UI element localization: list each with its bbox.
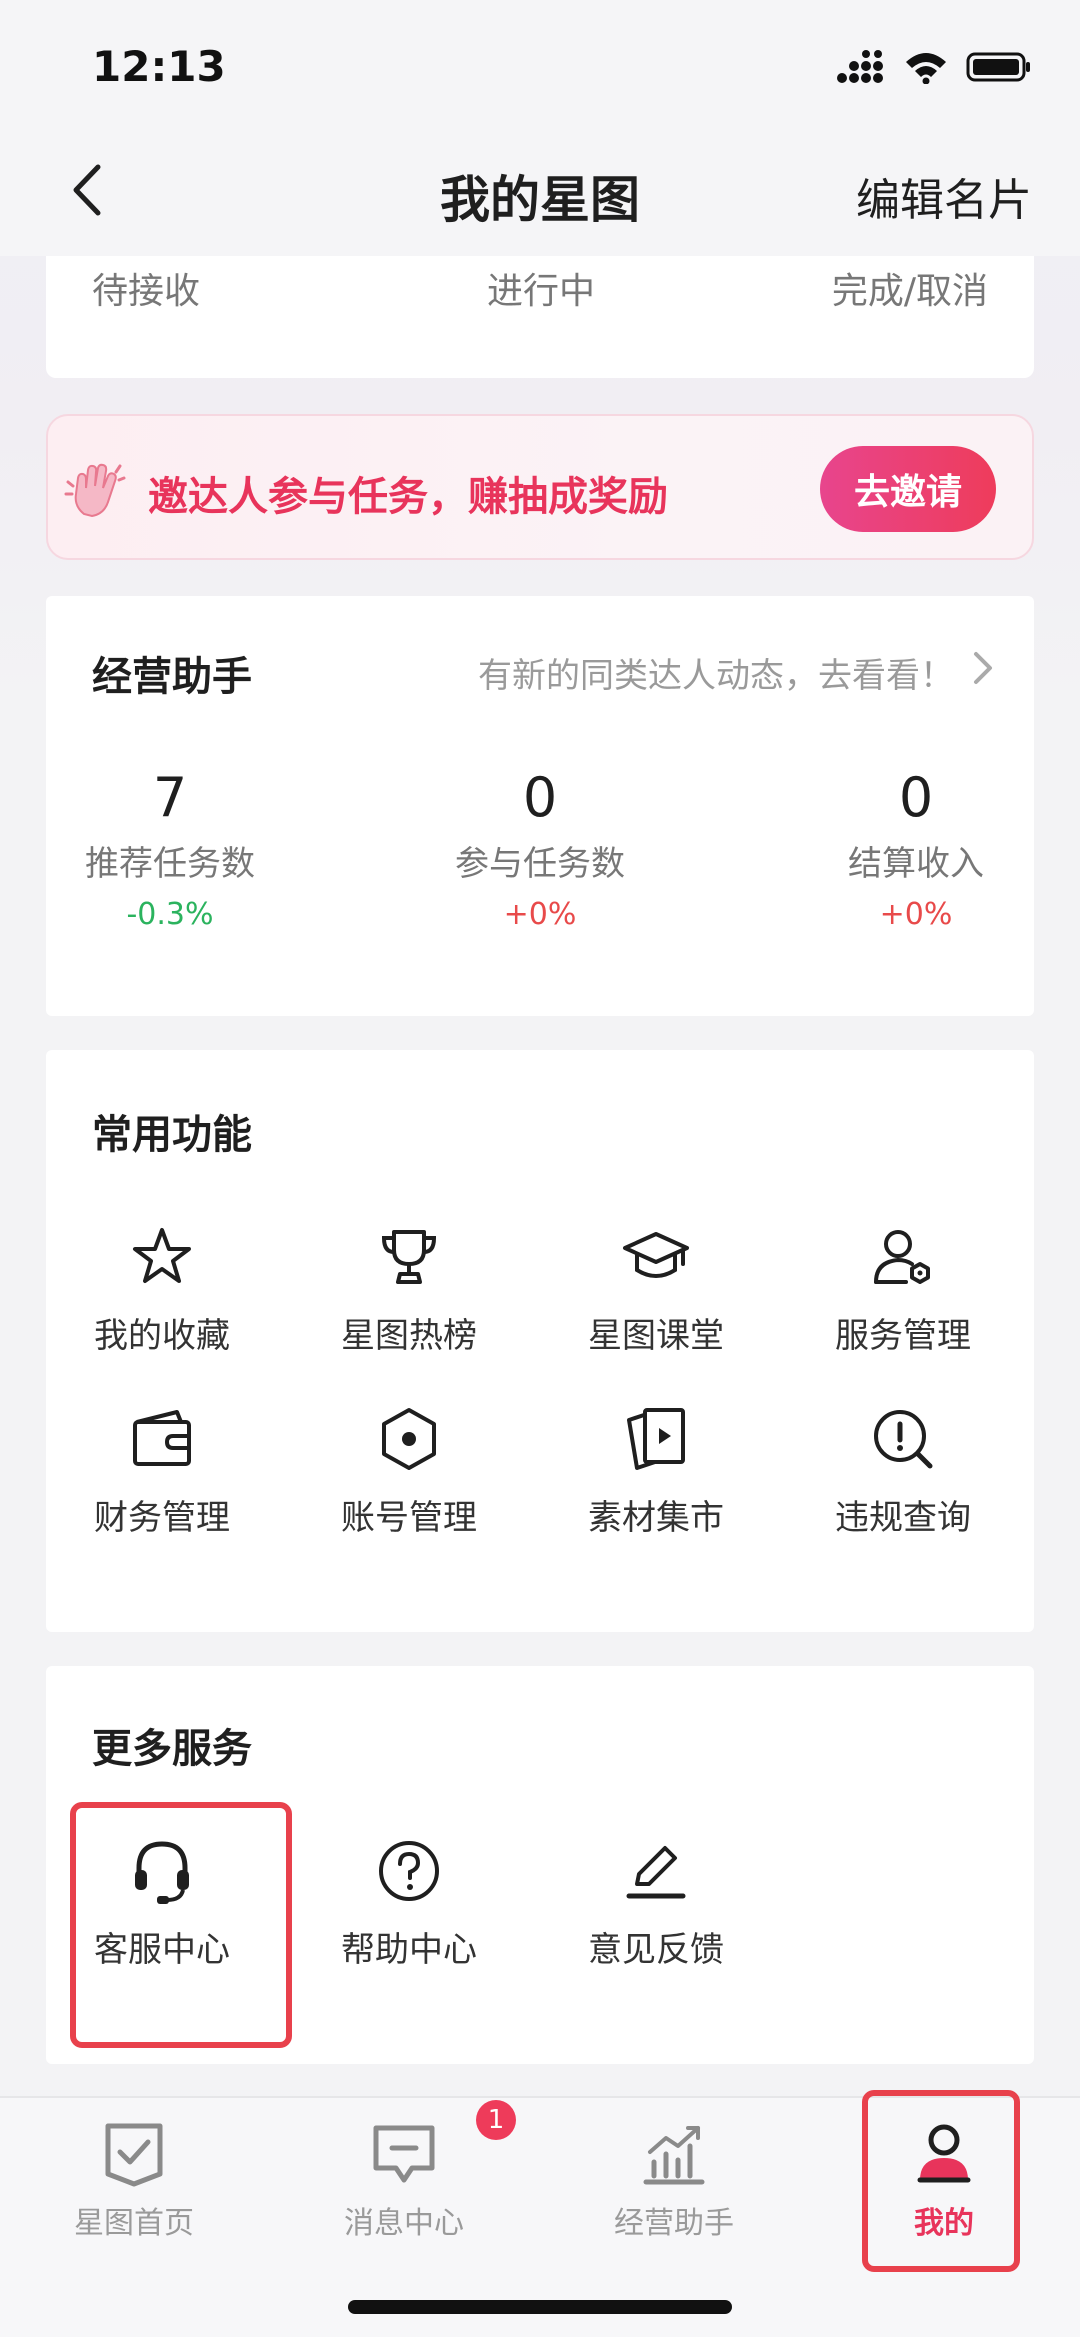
business-assistant-card: 经营助手 有新的同类达人动态，去看看！ 7 推荐任务数 -0.3% 0 参与任务… [46, 596, 1034, 1016]
function-label: 素材集市 [588, 1498, 724, 1538]
stat-change: +0% [879, 897, 953, 932]
wifi-icon [906, 53, 946, 84]
tab-label: 经营助手 [614, 2206, 734, 2241]
message-icon [373, 2125, 435, 2183]
edit-pen-icon [626, 1846, 686, 1899]
service-feedback[interactable]: 意见反馈 [546, 1836, 766, 1971]
status-time: 12:13 [92, 42, 226, 91]
nav-bar: 我的星图 编辑名片 [0, 130, 1080, 256]
function-label: 星图热榜 [341, 1316, 477, 1356]
tab-business-assistant[interactable]: 经营助手 [564, 2118, 784, 2242]
function-account-management[interactable]: 账号管理 [299, 1404, 519, 1539]
chart-icon [643, 2126, 705, 2185]
signal-icon [837, 50, 883, 83]
tab-messages[interactable]: 消息中心 [294, 2118, 514, 2242]
function-label: 违规查询 [835, 1498, 971, 1538]
status-icons [836, 50, 1032, 84]
function-label: 财务管理 [94, 1498, 230, 1538]
functions-title: 常用功能 [92, 1112, 252, 1158]
stat-recommended-tasks[interactable]: 7 推荐任务数 -0.3% [40, 766, 300, 932]
hexagon-settings-icon [382, 1408, 436, 1470]
alert-search-icon [874, 1410, 933, 1469]
hand-wave-icon [64, 463, 126, 518]
home-shield-icon [105, 2123, 163, 2187]
function-violation-query[interactable]: 违规查询 [793, 1404, 1013, 1539]
function-label: 星图课堂 [588, 1316, 724, 1356]
stat-change: +0% [503, 897, 577, 932]
message-badge: 1 [476, 2100, 516, 2140]
stat-value: 0 [522, 766, 558, 829]
stat-value: 7 [152, 766, 188, 829]
stat-settlement-income[interactable]: 0 结算收入 +0% [786, 766, 1046, 932]
tab-home[interactable]: 星图首页 [24, 2118, 244, 2242]
media-cards-icon [627, 1408, 685, 1470]
service-label: 帮助中心 [341, 1930, 477, 1970]
order-tab-in-progress[interactable]: 进行中 [487, 262, 595, 314]
function-hot-list[interactable]: 星图热榜 [299, 1222, 519, 1357]
invite-button[interactable]: 去邀请 [820, 446, 996, 532]
invite-text: 邀达人参与任务，赚抽成奖励 [148, 474, 668, 520]
order-tab-pending[interactable]: 待接收 [92, 262, 200, 314]
function-label: 服务管理 [835, 1316, 971, 1356]
highlight-box-customer-center [70, 1802, 292, 2048]
status-bar: 12:13 [0, 0, 1080, 130]
graduation-cap-icon [623, 1232, 689, 1278]
edit-card-button[interactable]: 编辑名片 [856, 164, 1032, 228]
stat-change: -0.3% [126, 897, 214, 932]
chevron-right-icon[interactable] [968, 648, 998, 688]
star-icon [133, 1228, 191, 1283]
order-status-card: 待接收 进行中 完成/取消 [46, 256, 1034, 378]
stat-label: 参与任务数 [455, 844, 625, 884]
tab-label: 星图首页 [74, 2206, 194, 2241]
tab-label: 消息中心 [344, 2206, 464, 2241]
wallet-icon [133, 1410, 191, 1466]
function-favorites[interactable]: 我的收藏 [52, 1222, 272, 1357]
common-functions-card: 常用功能 我的收藏 星图热榜 星图课堂 服务管理 财务管理 账号管理 素材集市 … [46, 1050, 1034, 1632]
invite-banner[interactable]: 邀达人参与任务，赚抽成奖励 去邀请 [46, 414, 1034, 560]
battery-icon [966, 52, 1030, 82]
order-tab-finished[interactable]: 完成/取消 [832, 262, 988, 314]
function-service-management[interactable]: 服务管理 [793, 1222, 1013, 1357]
assistant-title: 经营助手 [92, 654, 252, 700]
function-label: 账号管理 [341, 1498, 477, 1538]
stat-joined-tasks[interactable]: 0 参与任务数 +0% [410, 766, 670, 932]
user-settings-icon [874, 1230, 930, 1284]
stat-label: 结算收入 [848, 844, 984, 884]
trophy-icon [381, 1230, 437, 1284]
function-label: 我的收藏 [94, 1316, 230, 1356]
assistant-hint-link[interactable]: 有新的同类达人动态，去看看！ [478, 648, 954, 697]
stat-value: 0 [898, 766, 934, 829]
function-finance[interactable]: 财务管理 [52, 1404, 272, 1539]
function-material-market[interactable]: 素材集市 [546, 1404, 766, 1539]
home-indicator[interactable] [348, 2300, 732, 2314]
more-services-title: 更多服务 [92, 1726, 252, 1772]
highlight-box-mine-tab [862, 2090, 1020, 2272]
stat-label: 推荐任务数 [85, 844, 255, 884]
help-circle-icon [379, 1841, 439, 1901]
service-help-center[interactable]: 帮助中心 [299, 1836, 519, 1971]
function-classroom[interactable]: 星图课堂 [546, 1222, 766, 1357]
service-label: 意见反馈 [588, 1930, 724, 1970]
